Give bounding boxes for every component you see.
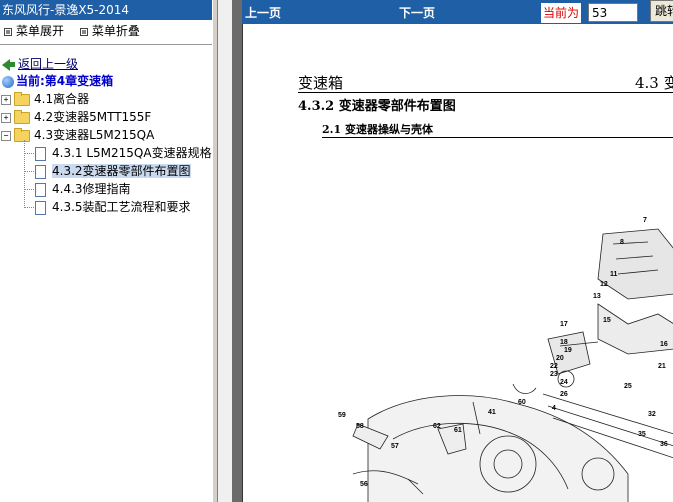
divider bbox=[0, 44, 212, 45]
svg-text:59: 59 bbox=[338, 412, 346, 419]
back-arrow-icon bbox=[2, 58, 10, 71]
folder-icon bbox=[14, 109, 30, 124]
document-icon bbox=[35, 182, 46, 197]
svg-text:24: 24 bbox=[560, 379, 568, 386]
svg-text:8: 8 bbox=[620, 239, 624, 246]
back-link-text[interactable]: 返回上一级 bbox=[18, 57, 78, 71]
svg-text:26: 26 bbox=[560, 391, 568, 398]
tree-item-label: 4.2变速器5MTT155F bbox=[34, 110, 152, 124]
svg-text:18: 18 bbox=[560, 339, 568, 346]
svg-text:57: 57 bbox=[391, 443, 399, 450]
prev-page-button[interactable]: 上一页 bbox=[245, 4, 281, 21]
expand-plus-icon[interactable]: + bbox=[1, 112, 11, 123]
globe-icon bbox=[2, 75, 14, 88]
tree-item-4-1[interactable]: +4.1离合器 bbox=[1, 90, 89, 108]
navigation-pane: 东风风行-景逸X5-2014 菜单展开 菜单折叠 返回上一级 当前:第4章变速箱… bbox=[0, 0, 212, 502]
page-number-input[interactable]: 53 bbox=[588, 3, 638, 22]
svg-text:61: 61 bbox=[454, 427, 462, 434]
menu-square-icon bbox=[4, 27, 12, 36]
document-frame-border bbox=[232, 0, 242, 502]
tree-item-4-4-3[interactable]: 4.4.3修理指南 bbox=[35, 180, 131, 198]
svg-text:12: 12 bbox=[600, 281, 608, 288]
collapse-minus-icon[interactable]: − bbox=[1, 130, 11, 141]
svg-text:13: 13 bbox=[593, 293, 601, 300]
svg-text:36: 36 bbox=[660, 441, 668, 448]
tree-item-label: 4.3.1 L5M215QA变速器规格说 bbox=[52, 146, 212, 160]
subsection-rule bbox=[322, 137, 673, 138]
svg-text:32: 32 bbox=[648, 411, 656, 418]
tree-item-label: 4.3.5装配工艺流程和要求 bbox=[52, 200, 191, 214]
expand-menu-label: 菜单展开 bbox=[16, 24, 65, 38]
menu-bar: 菜单展开 菜单折叠 bbox=[0, 20, 212, 42]
svg-text:25: 25 bbox=[624, 383, 632, 390]
tree-connector bbox=[24, 140, 25, 208]
svg-text:17: 17 bbox=[560, 321, 568, 328]
current-page-label: 当前为 bbox=[541, 3, 582, 23]
svg-text:11: 11 bbox=[610, 271, 618, 278]
expand-plus-icon[interactable]: + bbox=[1, 94, 11, 105]
document-icon bbox=[35, 200, 46, 215]
tree-connector bbox=[24, 189, 34, 190]
menu-square-icon bbox=[79, 27, 88, 36]
manual-title: 东风风行-景逸X5-2014 bbox=[0, 0, 212, 20]
open-folder-icon bbox=[14, 127, 30, 142]
svg-text:7: 7 bbox=[643, 217, 647, 224]
document-icon bbox=[35, 146, 46, 161]
doc-header-chapter: 4.3 变 bbox=[635, 74, 673, 92]
tree-item-label: 4.4.3修理指南 bbox=[52, 182, 131, 196]
svg-text:60: 60 bbox=[518, 399, 526, 406]
current-chapter: 当前:第4章变速箱 bbox=[2, 72, 113, 90]
tree-connector bbox=[24, 171, 34, 172]
back-arrow-stem bbox=[10, 62, 15, 67]
svg-text:20: 20 bbox=[556, 355, 564, 362]
document-icon bbox=[35, 164, 46, 179]
document-page: 变速箱 4.3 变 4.3.2 变速器零部件布置图 2.1 变速器操纵与壳体 bbox=[242, 24, 673, 502]
pane-gutter bbox=[218, 0, 232, 502]
svg-text:21: 21 bbox=[658, 363, 666, 370]
svg-text:41: 41 bbox=[488, 409, 496, 416]
tree-connector bbox=[24, 207, 34, 208]
svg-text:58: 58 bbox=[356, 423, 364, 430]
tree-connector bbox=[24, 153, 34, 154]
collapse-menu-label: 菜单折叠 bbox=[91, 24, 140, 38]
back-link[interactable]: 返回上一级 bbox=[2, 55, 78, 72]
current-chapter-label: 当前:第4章变速箱 bbox=[16, 74, 114, 88]
subsection-title: 2.1 变速器操纵与壳体 bbox=[322, 123, 433, 136]
header-rule bbox=[298, 92, 673, 93]
doc-header-title: 变速箱 bbox=[298, 74, 344, 92]
exploded-parts-diagram: 7 8 11 12 13 15 16 17 18 19 20 21 22 23 … bbox=[338, 217, 673, 502]
svg-text:16: 16 bbox=[660, 341, 668, 348]
svg-text:62: 62 bbox=[433, 423, 441, 430]
page-toolbar: 上一页 下一页 当前为 53 跳转 bbox=[242, 0, 673, 24]
tree-item-4-3-2[interactable]: 4.3.2变速器零部件布置图 bbox=[35, 162, 191, 180]
collapse-menu-button[interactable]: 菜单折叠 bbox=[79, 20, 140, 42]
tree-item-label: 4.3变速器L5M215QA bbox=[34, 128, 155, 142]
section-title: 4.3.2 变速器零部件布置图 bbox=[298, 99, 456, 114]
svg-text:23: 23 bbox=[550, 371, 558, 378]
svg-text:19: 19 bbox=[564, 347, 572, 354]
tree-item-label-selected: 4.3.2变速器零部件布置图 bbox=[52, 164, 191, 178]
svg-text:22: 22 bbox=[550, 363, 558, 370]
tree-item-4-3-1[interactable]: 4.3.1 L5M215QA变速器规格说 bbox=[35, 144, 212, 162]
next-page-button[interactable]: 下一页 bbox=[399, 4, 435, 21]
expand-menu-button[interactable]: 菜单展开 bbox=[4, 20, 64, 42]
jump-button[interactable]: 跳转 bbox=[650, 0, 673, 22]
folder-icon bbox=[14, 91, 30, 106]
svg-text:4: 4 bbox=[552, 405, 556, 412]
tree-item-4-3-5[interactable]: 4.3.5装配工艺流程和要求 bbox=[35, 198, 191, 216]
tree-item-label: 4.1离合器 bbox=[34, 92, 90, 106]
svg-text:35: 35 bbox=[638, 431, 646, 438]
svg-text:56: 56 bbox=[360, 481, 368, 488]
svg-text:15: 15 bbox=[603, 317, 611, 324]
tree-item-4-2[interactable]: +4.2变速器5MTT155F bbox=[1, 108, 151, 126]
